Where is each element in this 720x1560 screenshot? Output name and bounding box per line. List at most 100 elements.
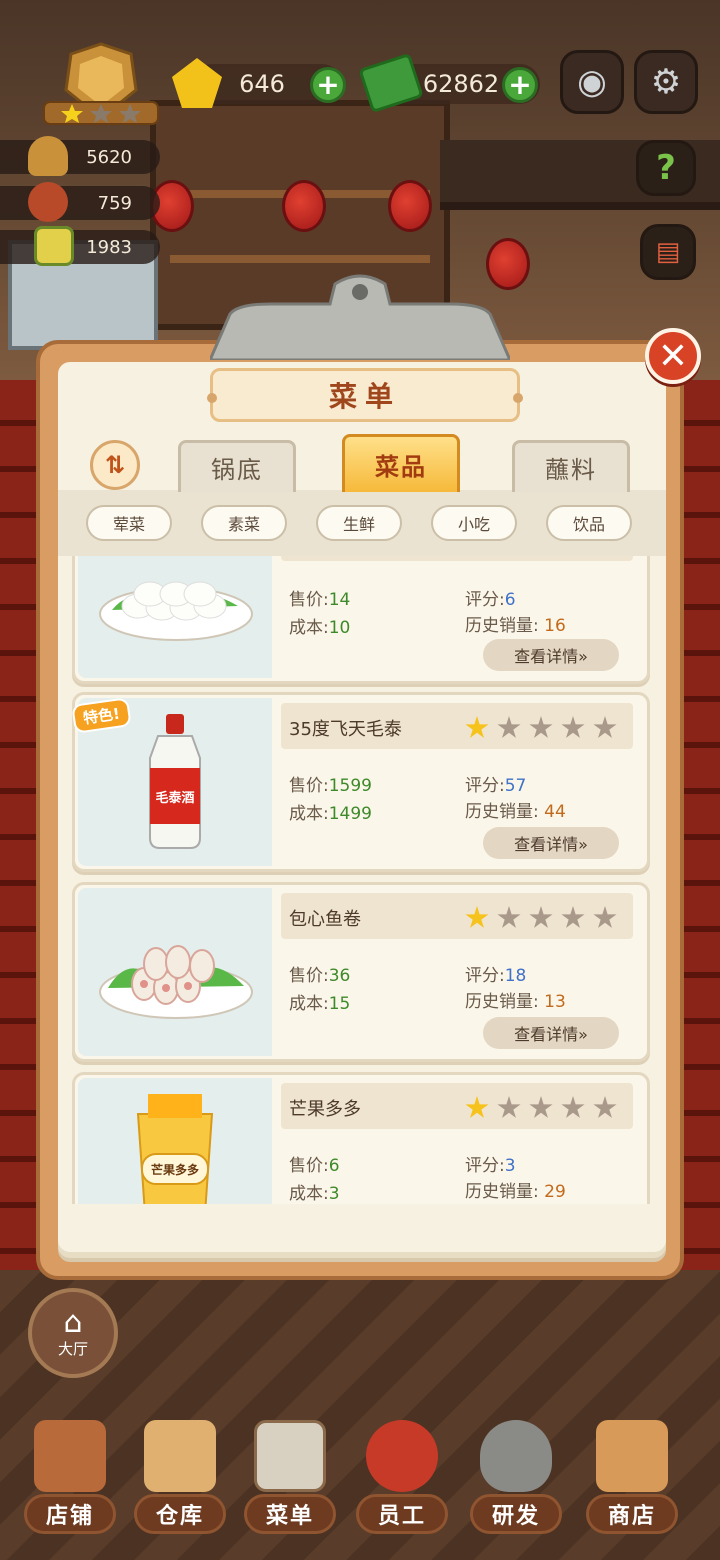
- guide-button[interactable]: ?: [636, 140, 696, 196]
- price-value: 14: [328, 590, 351, 610]
- nav-warehouse-label: 仓库: [134, 1494, 226, 1534]
- nav-staff[interactable]: 员工: [346, 1410, 458, 1550]
- star-icon: [561, 716, 585, 738]
- cost-label: 成本: [289, 1184, 323, 1204]
- dish-star-rating: [465, 716, 617, 740]
- wok-icon: [480, 1420, 552, 1492]
- cost-row: 成本:15: [289, 994, 351, 1014]
- score-row: 评分:18: [465, 966, 527, 986]
- filter-drink[interactable]: 饮品: [546, 505, 632, 541]
- cost-label: 成本: [289, 618, 323, 638]
- cost-value: 15: [328, 994, 351, 1014]
- score-row: 评分:6: [465, 590, 516, 610]
- nav-research[interactable]: 研发: [460, 1410, 572, 1550]
- cup-label-text: 芒果多多: [151, 1162, 199, 1177]
- tab-soup-base[interactable]: 锅底: [178, 440, 296, 492]
- sales-label: 历史销量: [465, 616, 533, 636]
- dish-card[interactable]: 包心鱼卷 售价:36 成本:15 评分:18 历史销量: 13 查看详情»: [72, 882, 650, 1062]
- star-icon: [465, 906, 489, 928]
- stat-food: 5620: [0, 140, 160, 174]
- price-label: 售价: [289, 966, 323, 986]
- hot-pot-icon: [28, 136, 68, 176]
- add-gems-button[interactable]: +: [310, 67, 346, 103]
- sales-label: 历史销量: [465, 992, 533, 1012]
- score-row: 评分:3: [465, 1156, 516, 1176]
- nav-warehouse[interactable]: 仓库: [124, 1410, 236, 1550]
- star-icon: [497, 906, 521, 928]
- star-icon: [529, 716, 553, 738]
- dish-card[interactable]: 售价:14 成本:10 评分:6 历史销量: 16 查看详情»: [72, 556, 650, 684]
- clipboard-icon: [254, 1420, 326, 1492]
- score-label: 评分: [465, 1156, 499, 1176]
- score-label: 评分: [465, 966, 499, 986]
- notebook-button[interactable]: ▤: [640, 224, 696, 280]
- panel-title: 菜单: [207, 368, 523, 422]
- dish-card[interactable]: 芒果多多 芒果多多 售价:6 成本:3 评分:3 历史销量: 29: [72, 1072, 650, 1204]
- fish-roll-plate-icon: [78, 888, 272, 1056]
- star-icon: [561, 1096, 585, 1118]
- filter-fresh[interactable]: 生鲜: [316, 505, 402, 541]
- star-icon: [529, 1096, 553, 1118]
- price-label: 售价: [289, 1156, 323, 1176]
- score-row: 评分:57: [465, 776, 527, 796]
- lantern-icon: [282, 180, 326, 232]
- pillar: [678, 380, 720, 1380]
- cash-value: 62862: [422, 70, 500, 98]
- star-icon: [497, 1096, 521, 1118]
- dish-star-rating: [465, 1096, 617, 1120]
- hall-button[interactable]: ⌂ 大厅: [28, 1288, 118, 1378]
- nav-menu[interactable]: 菜单: [234, 1410, 346, 1550]
- star-icon: [529, 906, 553, 928]
- stat-book: 1983: [0, 230, 160, 264]
- score-label: 评分: [465, 776, 499, 796]
- help-book-icon: ?: [656, 148, 676, 188]
- tab-dishes[interactable]: 菜品: [342, 434, 460, 492]
- sales-value: 13: [544, 992, 566, 1012]
- sort-button[interactable]: ⇅: [90, 440, 140, 490]
- view-details-button[interactable]: 查看详情»: [483, 827, 619, 859]
- view-details-button[interactable]: 查看详情»: [483, 639, 619, 671]
- cost-label: 成本: [289, 804, 323, 824]
- house-icon: ⌂: [63, 1304, 83, 1340]
- star-icon: [593, 716, 617, 738]
- market-stall-icon: [596, 1420, 668, 1492]
- price-row: 售价:6: [289, 1156, 340, 1176]
- nav-store[interactable]: 商店: [576, 1410, 688, 1550]
- score-value: 18: [504, 966, 527, 986]
- camera-icon: ◉: [577, 62, 607, 102]
- dish-name: 35度飞天毛泰: [289, 719, 402, 740]
- price-row: 售价:14: [289, 590, 351, 610]
- dish-card[interactable]: 毛泰酒 特色! 35度飞天毛泰 售价:1599 成本:1499 评分:57 历史…: [72, 692, 650, 872]
- cost-label: 成本: [289, 994, 323, 1014]
- filter-snack[interactable]: 小吃: [431, 505, 517, 541]
- nav-shop[interactable]: 店铺: [14, 1410, 126, 1550]
- view-details-button[interactable]: 查看详情»: [483, 1017, 619, 1049]
- stat-chef-value: 759: [97, 192, 132, 214]
- dish-name: 芒果多多: [289, 1099, 361, 1120]
- sales-label: 历史销量: [465, 1182, 533, 1202]
- add-cash-button[interactable]: +: [502, 67, 538, 103]
- book-icon: [34, 226, 74, 266]
- cost-row: 成本:1499: [289, 804, 372, 824]
- tab-dips[interactable]: 蘸料: [512, 440, 630, 492]
- rank-badge[interactable]: [36, 40, 166, 130]
- camera-button[interactable]: ◉: [560, 50, 624, 114]
- settings-button[interactable]: ⚙: [634, 50, 698, 114]
- sales-row: 历史销量: 29: [465, 1182, 566, 1202]
- sales-value: 44: [544, 802, 566, 822]
- clip-icon: [207, 274, 513, 362]
- nav-staff-label: 员工: [356, 1494, 448, 1534]
- price-label: 售价: [289, 590, 323, 610]
- filter-veg[interactable]: 素菜: [201, 505, 287, 541]
- lantern-icon: [388, 180, 432, 232]
- sales-row: 历史销量: 13: [465, 992, 566, 1012]
- price-label: 售价: [289, 776, 323, 796]
- star-icon: [465, 716, 489, 738]
- bottle-label-text: 毛泰酒: [155, 790, 194, 806]
- boxes-icon: [144, 1420, 216, 1492]
- hall-label: 大厅: [57, 1339, 88, 1358]
- close-button[interactable]: ✕: [645, 328, 701, 384]
- dish-list[interactable]: 售价:14 成本:10 评分:6 历史销量: 16 查看详情» 毛泰酒 特色! …: [72, 556, 652, 1204]
- nav-menu-label: 菜单: [244, 1494, 336, 1534]
- filter-meat[interactable]: 荤菜: [86, 505, 172, 541]
